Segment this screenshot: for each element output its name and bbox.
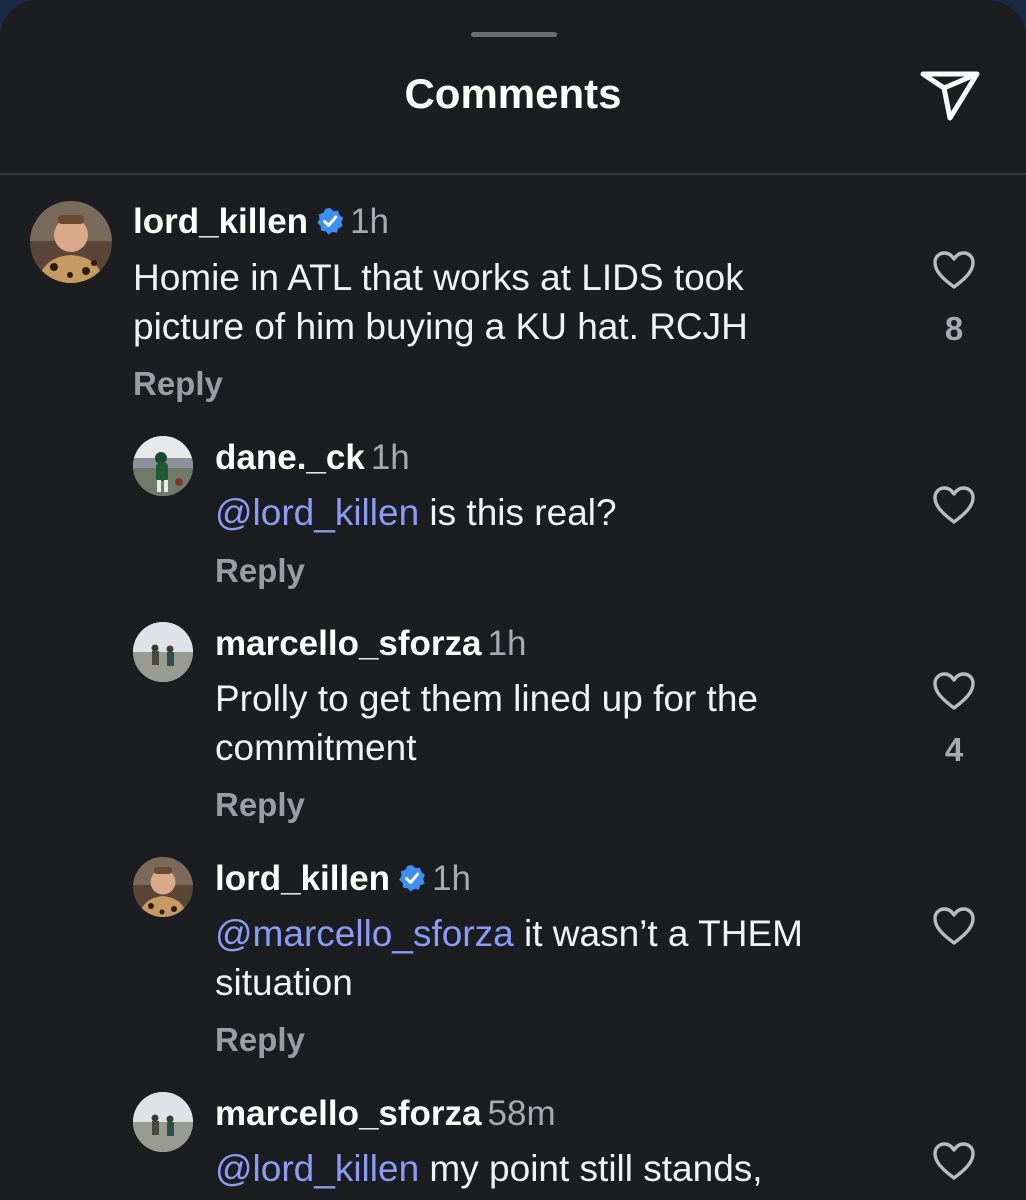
- username[interactable]: lord_killen: [133, 202, 308, 241]
- avatar[interactable]: [133, 622, 193, 682]
- comment-body: my point still stands,: [419, 1148, 763, 1189]
- reply-button[interactable]: Reply: [215, 552, 305, 590]
- heart-icon[interactable]: [932, 1141, 976, 1181]
- heart-icon[interactable]: [932, 906, 976, 946]
- timestamp: 1h: [350, 202, 389, 241]
- comment-header: lord_killen 1h: [215, 859, 471, 901]
- reply-button[interactable]: Reply: [215, 1021, 305, 1059]
- heart-icon[interactable]: [932, 671, 976, 711]
- comment-header: marcello_sforza 58m: [215, 1094, 556, 1134]
- like-count: 4: [944, 731, 964, 768]
- comment-body: is this real?: [419, 492, 617, 533]
- timestamp: 1h: [432, 859, 471, 898]
- like-count: 8: [944, 310, 964, 347]
- timestamp: 1h: [370, 438, 410, 477]
- avatar[interactable]: [133, 857, 193, 917]
- timestamp: 58m: [487, 1094, 556, 1133]
- header-divider: [0, 173, 1026, 175]
- comment-header: lord_killen 1h: [133, 202, 389, 244]
- like-control: 8: [930, 250, 978, 348]
- comment-text: @lord_killen my point still stands,: [215, 1144, 885, 1193]
- comment-header: dane._ck 1h: [215, 438, 410, 478]
- timestamp: 1h: [487, 624, 527, 663]
- username[interactable]: marcello_sforza: [215, 1094, 482, 1133]
- comment-header: marcello_sforza 1h: [215, 624, 526, 664]
- avatar[interactable]: [133, 436, 193, 496]
- avatar[interactable]: [30, 201, 112, 283]
- comment-body: Prolly to get them lined up for the comm…: [215, 678, 758, 768]
- comment-text: @marcello_sforza it wasn’t a THEM situat…: [215, 909, 885, 1007]
- heart-icon[interactable]: [932, 485, 976, 525]
- mention-link[interactable]: @lord_killen: [215, 492, 419, 533]
- reply-button[interactable]: Reply: [133, 365, 223, 403]
- mention-link[interactable]: @lord_killen: [215, 1148, 419, 1189]
- username[interactable]: dane._ck: [215, 438, 365, 477]
- reply-button[interactable]: Reply: [215, 786, 305, 824]
- mention-link[interactable]: @marcello_sforza: [215, 913, 514, 954]
- comment-body: Homie in ATL that works at LIDS took pic…: [133, 257, 748, 347]
- heart-icon[interactable]: [932, 250, 976, 290]
- username[interactable]: lord_killen: [215, 859, 390, 898]
- verified-badge-icon: [316, 204, 344, 244]
- like-control: [930, 906, 978, 946]
- comment-text: @lord_killen is this real?: [215, 488, 905, 537]
- comments-sheet: Comments lord_killen 1h Homie in ATL that…: [0, 0, 1026, 1200]
- like-control: [930, 1141, 978, 1181]
- username[interactable]: marcello_sforza: [215, 624, 482, 663]
- avatar[interactable]: [133, 1092, 193, 1152]
- comment-text: Homie in ATL that works at LIDS took pic…: [133, 253, 823, 351]
- page-title: Comments: [404, 70, 622, 117]
- comment-text: Prolly to get them lined up for the comm…: [215, 674, 875, 772]
- drag-handle[interactable]: [471, 32, 557, 37]
- send-icon[interactable]: [918, 66, 982, 124]
- verified-badge-icon: [398, 861, 426, 901]
- like-control: 4: [930, 671, 978, 769]
- like-control: [930, 485, 978, 525]
